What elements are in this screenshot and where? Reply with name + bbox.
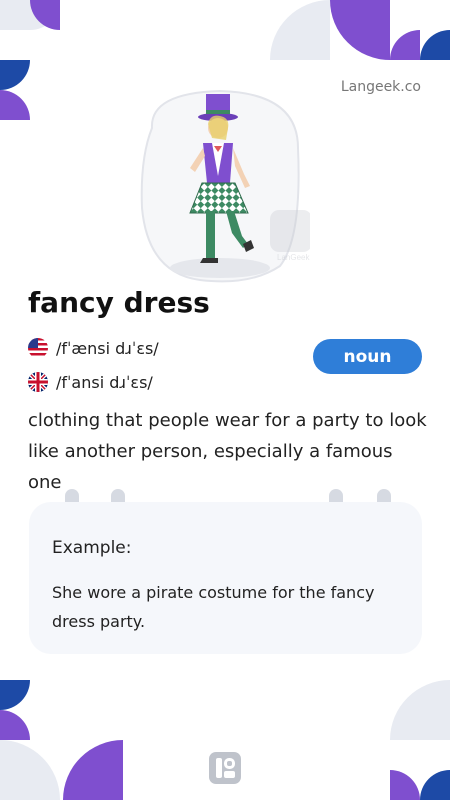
example-card: Example: She wore a pirate costume for t… — [29, 502, 422, 654]
example-label: Example: — [52, 538, 132, 558]
uk-flag-icon — [28, 372, 48, 392]
ipa-us: /fˈænsi dɹˈɛs/ — [56, 338, 159, 358]
decor-bottom-right — [390, 680, 450, 800]
example-sentence: She wore a pirate costume for the fancy … — [52, 583, 375, 631]
watermark-text: LanGeek — [277, 253, 310, 262]
fancy-dress-illustration: LanGeek — [140, 89, 310, 283]
part-of-speech-badge[interactable]: noun — [313, 339, 422, 374]
headword: fancy dress — [28, 286, 210, 319]
pronunciation-uk[interactable]: /fˈansi dɹˈɛs/ — [28, 372, 153, 392]
decor-top-right — [270, 0, 450, 60]
brand-link[interactable]: Langeek.co — [341, 79, 421, 95]
decor-top-left — [0, 0, 60, 120]
decor-bottom-left — [0, 680, 123, 800]
ipa-uk: /fˈansi dɹˈɛs/ — [56, 372, 153, 392]
pronunciation-us[interactable]: /fˈænsi dɹˈɛs/ — [28, 338, 159, 358]
langeek-logo-icon — [209, 752, 241, 784]
us-flag-icon — [28, 338, 48, 358]
definition-text: clothing that people wear for a party to… — [28, 410, 427, 493]
